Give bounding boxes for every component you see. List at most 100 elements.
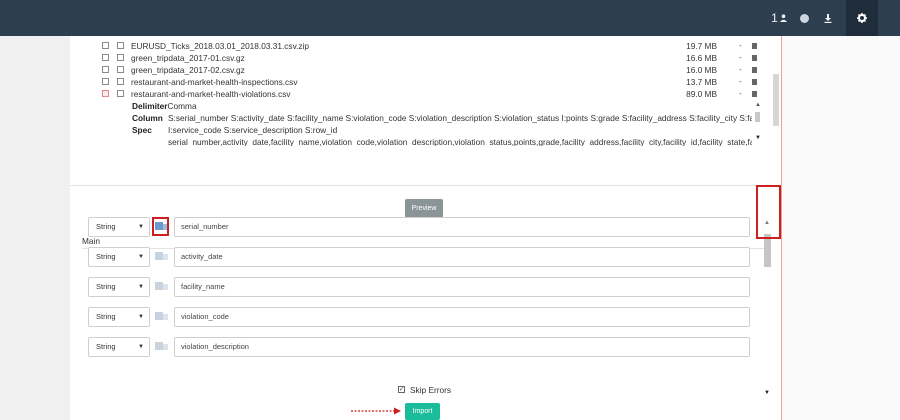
status-dot-icon [799,13,809,23]
main-section-label: Main [82,236,100,246]
highlight-box-scrollbar [756,185,781,239]
page-background-left [0,36,70,420]
column-name-input[interactable]: facility_name [174,277,750,297]
spec-line: S:serial_number S:activity_date S:facili… [168,113,752,123]
file-row-selected[interactable]: restaurant-and-market-health-violations.… [102,88,772,100]
column-row: String ▼ violation_code [88,307,752,327]
file-row[interactable]: EURUSD_Ticks_2018.03.01_2018.03.31.csv.z… [102,40,772,52]
file-select-checkbox[interactable] [102,66,109,73]
page-background-right [782,36,900,420]
caret-down-icon: ▼ [138,284,144,290]
top-navbar: 1 [0,0,900,36]
settings-button[interactable] [846,0,878,36]
column-type-value: String [96,252,116,261]
format-icon[interactable] [155,311,169,321]
column-type-value: String [96,342,116,351]
column-type-select[interactable]: String ▼ [88,307,150,327]
file-secondary-checkbox[interactable] [117,54,124,61]
user-count: 1 [771,11,778,25]
column-type-value: String [96,282,116,291]
column-name-input[interactable]: serial_number [174,217,750,237]
column-type-value: String [96,222,116,231]
file-select-checkbox[interactable] [102,78,109,85]
column-name-input[interactable]: violation_description [174,337,750,357]
spec-label: Spec [132,125,152,135]
preview-button[interactable]: Preview [405,199,443,218]
column-name-input[interactable]: violation_code [174,307,750,327]
arrow-right-icon [351,407,401,415]
file-size: 89.0 MB [686,89,717,99]
delimiter-value: Comma [167,101,197,111]
status-button[interactable] [794,0,814,36]
user-icon [779,14,787,22]
import-dialog: EURUSD_Ticks_2018.03.01_2018.03.31.csv.z… [70,36,782,420]
highlight-box-format-icon [152,217,169,236]
delimiter-row: DelimiterComma [132,100,197,112]
file-secondary-checkbox[interactable] [117,42,124,49]
download-icon [824,13,832,23]
scroll-up-icon[interactable]: ▲ [755,102,761,108]
file-size: 19.7 MB [686,41,717,51]
file-name: green_tripdata_2017-01.csv.gz [131,53,245,63]
user-menu[interactable]: 1 [766,0,792,36]
caret-down-icon: ▼ [138,224,144,230]
column-row: String ▼ activity_date [88,247,752,267]
column-type-select[interactable]: String ▼ [88,337,150,357]
column-spec-textarea[interactable]: S:serial_number S:activity_date S:facili… [168,112,752,146]
file-marker-icon [752,91,757,97]
column-type-select[interactable]: String ▼ [88,277,150,297]
column-spec-scrollbar[interactable]: ▲ ▼ [753,102,762,144]
file-secondary-checkbox[interactable] [117,66,124,73]
column-type-select[interactable]: String ▼ [88,217,150,237]
file-row[interactable]: green_tripdata_2017-02.csv.gz 16.0 MB - [102,64,772,76]
section-divider [70,185,782,186]
column-row: String ▼ violation_description [88,337,752,357]
format-icon[interactable] [155,281,169,291]
column-type-select[interactable]: String ▼ [88,247,150,267]
spec-line: serial_number,activity_date,facility_nam… [168,137,752,146]
file-select-checkbox[interactable] [102,90,109,97]
spec-line: I:service_code S:service_description S:r… [168,125,338,135]
file-size: 16.6 MB [686,53,717,63]
file-select-checkbox[interactable] [102,54,109,61]
format-icon[interactable] [155,341,169,351]
file-name: EURUSD_Ticks_2018.03.01_2018.03.31.csv.z… [131,41,310,51]
file-dash: - [739,77,742,86]
file-name: green_tripdata_2017-02.csv.gz [131,65,245,75]
column-type-value: String [96,312,116,321]
file-marker-icon [752,79,757,85]
file-secondary-checkbox[interactable] [117,78,124,85]
format-icon[interactable] [155,251,169,261]
column-row: String ▼ serial_number [88,217,752,237]
file-dash: - [739,89,742,98]
download-button[interactable] [818,0,838,36]
gear-icon [857,13,867,23]
file-size: 16.0 MB [686,65,717,75]
file-marker-icon [752,55,757,61]
file-row[interactable]: green_tripdata_2017-01.csv.gz 16.6 MB - [102,52,772,64]
file-marker-icon [752,67,757,73]
caret-down-icon: ▼ [138,344,144,350]
file-dash: - [739,53,742,62]
file-select-checkbox[interactable] [102,42,109,49]
skip-errors-label: Skip Errors [410,385,452,395]
skip-errors-checkbox[interactable]: ✓ [398,386,405,393]
import-button[interactable]: Import [405,403,440,420]
scroll-down-icon[interactable]: ▼ [755,135,761,141]
columns-scrollbar[interactable]: ▲ ▼ [762,214,772,402]
file-list-scrollbar[interactable] [773,74,779,126]
column-label: Column [132,113,163,123]
scroll-thumb[interactable] [755,112,760,122]
file-dash: - [739,41,742,50]
caret-down-icon: ▼ [138,314,144,320]
file-dash: - [739,65,742,74]
caret-down-icon: ▼ [138,254,144,260]
file-size: 13.7 MB [686,77,717,87]
scroll-down-icon[interactable]: ▼ [764,390,770,396]
file-name: restaurant-and-market-health-inspections… [131,77,298,87]
column-spec-label: Column [132,112,163,124]
file-row[interactable]: restaurant-and-market-health-inspections… [102,76,772,88]
column-name-input[interactable]: activity_date [174,247,750,267]
file-secondary-checkbox[interactable] [117,90,124,97]
delimiter-label: Delimiter [132,101,168,111]
